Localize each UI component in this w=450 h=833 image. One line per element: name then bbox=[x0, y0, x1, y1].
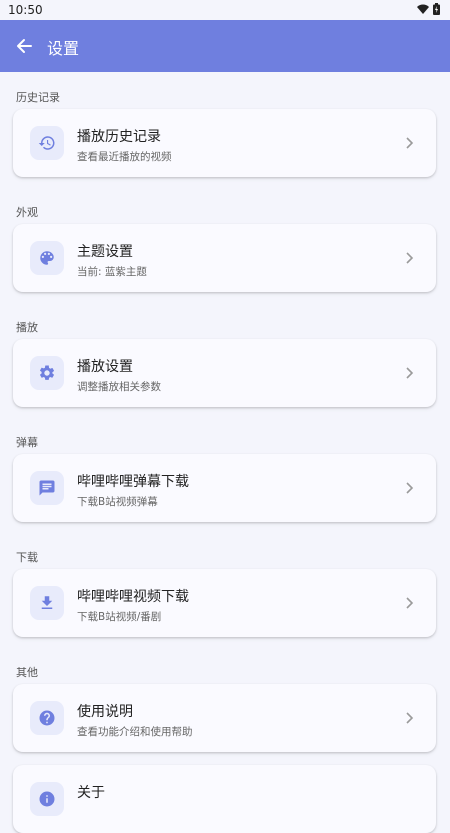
item-title: 关于 bbox=[77, 785, 105, 801]
section-title-history: 历史记录 bbox=[16, 91, 60, 104]
gear-icon bbox=[39, 365, 55, 380]
item-subtitle: 查看最近播放的视频 bbox=[77, 151, 172, 163]
chevron-right-icon bbox=[406, 597, 414, 609]
chevron-right-icon bbox=[406, 252, 414, 264]
card-icon-box bbox=[30, 701, 64, 735]
settings-item-video-download[interactable]: 哔哩哔哩视频下载 下载B站视频/番剧 bbox=[13, 569, 436, 637]
section-title-other: 其他 bbox=[16, 666, 38, 679]
history-icon bbox=[38, 136, 55, 150]
back-button[interactable] bbox=[10, 32, 38, 60]
page-title: 设置 bbox=[47, 39, 80, 58]
palette-icon bbox=[40, 251, 54, 265]
chevron-right-icon bbox=[406, 137, 414, 149]
section-title-appearance: 外观 bbox=[16, 206, 38, 219]
card-icon-box bbox=[30, 471, 64, 505]
section-title-danmaku: 弹幕 bbox=[16, 436, 38, 449]
section-title-playback: 播放 bbox=[16, 321, 38, 334]
item-title: 主题设置 bbox=[77, 244, 133, 260]
item-title: 哔哩哔哩视频下载 bbox=[77, 589, 189, 605]
card-icon-box bbox=[30, 126, 64, 160]
settings-item-history[interactable]: 播放历史记录 查看最近播放的视频 bbox=[13, 109, 436, 177]
wifi-icon bbox=[417, 4, 429, 14]
chevron-right-icon bbox=[406, 482, 414, 494]
card-icon-box bbox=[30, 356, 64, 390]
item-title: 哔哩哔哩弹幕下载 bbox=[77, 474, 189, 490]
card-icon-box bbox=[30, 782, 64, 816]
card-icon-box bbox=[30, 241, 64, 275]
app-bar: 设置 bbox=[0, 20, 450, 72]
status-time: 10:50 bbox=[8, 3, 43, 17]
settings-item-danmaku-download[interactable]: 哔哩哔哩弹幕下载 下载B站视频弹幕 bbox=[13, 454, 436, 522]
settings-item-help[interactable]: 使用说明 查看功能介绍和使用帮助 bbox=[13, 684, 436, 752]
battery-icon bbox=[433, 3, 440, 15]
settings-item-playback[interactable]: 播放设置 调整播放相关参数 bbox=[13, 339, 436, 407]
card-icon-box bbox=[30, 586, 64, 620]
item-title: 播放设置 bbox=[77, 359, 133, 375]
info-icon bbox=[39, 791, 55, 807]
status-bar: 10:50 bbox=[0, 0, 450, 20]
chevron-right-icon bbox=[406, 712, 414, 724]
item-subtitle: 下载B站视频弹幕 bbox=[77, 496, 158, 508]
status-icons bbox=[417, 3, 440, 15]
download-icon bbox=[41, 596, 53, 609]
item-title: 播放历史记录 bbox=[77, 129, 161, 145]
settings-item-theme[interactable]: 主题设置 当前: 蓝紫主题 bbox=[13, 224, 436, 292]
item-subtitle: 查看功能介绍和使用帮助 bbox=[77, 726, 193, 738]
item-subtitle: 调整播放相关参数 bbox=[77, 381, 161, 393]
help-icon bbox=[39, 710, 55, 726]
chevron-right-icon bbox=[406, 367, 414, 379]
message-icon bbox=[39, 480, 55, 496]
settings-item-about[interactable]: 关于 bbox=[13, 765, 436, 833]
item-subtitle: 下载B站视频/番剧 bbox=[77, 611, 162, 623]
section-title-download: 下载 bbox=[16, 551, 38, 564]
item-title: 使用说明 bbox=[77, 704, 133, 720]
item-subtitle: 当前: 蓝紫主题 bbox=[77, 266, 147, 278]
arrow-left-icon bbox=[17, 39, 32, 53]
